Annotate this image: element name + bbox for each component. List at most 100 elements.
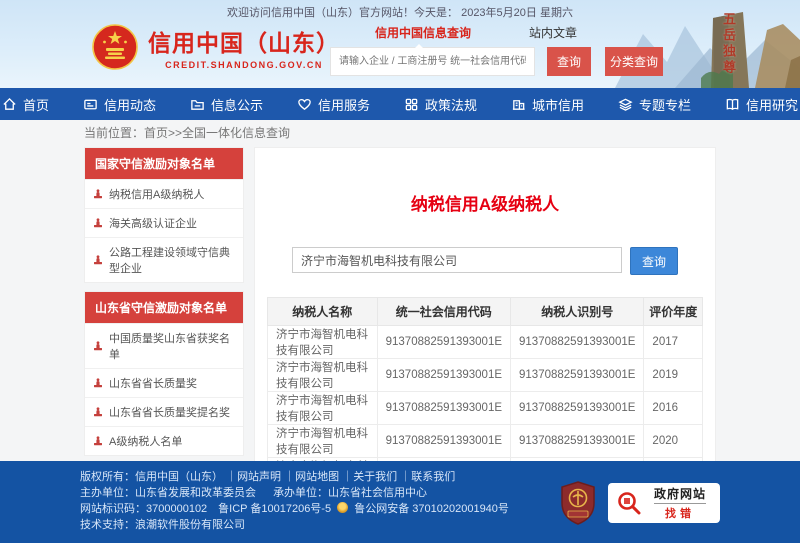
col-credit-code: 统一社会信用代码 bbox=[377, 298, 510, 326]
cell-credit-code: 91370882591393001E bbox=[377, 392, 510, 425]
company-search-input[interactable] bbox=[292, 247, 622, 273]
table-row: 济宁市海智机电科技有限公司 91370882591393001E 9137088… bbox=[268, 392, 703, 425]
public-security-badge-icon bbox=[337, 502, 348, 513]
policy-icon bbox=[404, 97, 419, 112]
seal-icon bbox=[93, 218, 103, 228]
col-taxpayer-id: 纳税人识别号 bbox=[511, 298, 644, 326]
special-column-icon bbox=[618, 97, 633, 112]
seal-icon bbox=[93, 407, 103, 417]
nav-item-credit-news[interactable]: 信用动态 bbox=[83, 95, 156, 114]
footer-link-sitemap[interactable]: 网站地图 bbox=[284, 471, 339, 483]
main-panel: 纳税信用A级纳税人 查询 纳税人名称 统一社会信用代码 纳税人识别号 评价年度 bbox=[254, 147, 716, 461]
nav-item-credit-research[interactable]: 信用研究 bbox=[725, 95, 798, 114]
company-query-button[interactable]: 查询 bbox=[630, 247, 678, 275]
badge-bottom-text: 找错 bbox=[665, 505, 695, 521]
credit-research-icon bbox=[725, 97, 740, 112]
sidebar-item-label: A级纳税人名单 bbox=[109, 433, 182, 449]
section-title: 国家守信激励对象名单 bbox=[85, 148, 243, 179]
content-area: 国家守信激励对象名单 纳税信用A级纳税人 海关高级认证企业 公路工程建设领域守信… bbox=[0, 147, 800, 461]
credit-service-icon bbox=[297, 97, 312, 112]
sidebar-item-highway-engineering[interactable]: 公路工程建设领域守信典型企业 bbox=[85, 237, 243, 282]
tab-site-articles[interactable]: 站内文章 bbox=[529, 24, 577, 41]
cell-credit-code: 91370882591393001E bbox=[377, 326, 510, 359]
sidebar-item-label: 山东省省长质量奖提名奖 bbox=[109, 404, 230, 420]
header-search-button[interactable]: 查询 bbox=[547, 47, 591, 76]
breadcrumb-prefix: 当前位置： bbox=[84, 126, 144, 140]
seal-icon bbox=[93, 255, 103, 265]
site-title: 信用中国（山东） bbox=[148, 24, 340, 58]
footer-line-organizers: 主办单位：山东省发展和改革委员会 承办单位：山东省社会信用中心 bbox=[80, 485, 560, 501]
nav-item-home[interactable]: 首页 bbox=[2, 95, 49, 114]
sidebar-item-china-quality-award[interactable]: 中国质量奖山东省获奖名单 bbox=[85, 323, 243, 368]
footer-link-contact[interactable]: 联系我们 bbox=[400, 471, 455, 483]
page-title: 纳税信用A级纳税人 bbox=[255, 190, 715, 215]
cell-taxpayer-id: 91370882591393001E bbox=[511, 425, 644, 458]
footer-link-about[interactable]: 关于我们 bbox=[342, 471, 397, 483]
sidebar-item-a-level-taxpayer-list[interactable]: A级纳税人名单 bbox=[85, 426, 243, 455]
cell-credit-code: 91370882591393001E bbox=[377, 425, 510, 458]
home-icon bbox=[2, 97, 17, 112]
col-eval-year: 评价年度 bbox=[644, 298, 703, 326]
table-row: 济宁市海智机电科技有限公司 91370882591393001E 9137088… bbox=[268, 359, 703, 392]
col-taxpayer-name: 纳税人名称 bbox=[268, 298, 378, 326]
category-search-button[interactable]: 分类查询 bbox=[605, 47, 663, 76]
copyright-text: 版权所有：信用中国（山东） bbox=[80, 471, 223, 483]
nav-item-special-column[interactable]: 专题专栏 bbox=[618, 95, 691, 114]
psb-number-text[interactable]: 鲁公网安备 37010202001940号 bbox=[354, 503, 509, 515]
cell-taxpayer-id: 91370882591393001E bbox=[511, 326, 644, 359]
sidebar-item-customs-certified[interactable]: 海关高级认证企业 bbox=[85, 208, 243, 237]
sidebar-item-governor-quality-award[interactable]: 山东省省长质量奖 bbox=[85, 368, 243, 397]
cell-taxpayer-name: 济宁市海智机电科技有限公司 bbox=[268, 392, 378, 425]
nav-item-city-credit[interactable]: 城市信用 bbox=[511, 95, 584, 114]
table-row: 济宁市海智机电科技有限公司 91370882591393001E 9137088… bbox=[268, 425, 703, 458]
nav-label: 信息公示 bbox=[211, 95, 263, 114]
city-credit-icon bbox=[511, 97, 526, 112]
gov-shield-badge[interactable] bbox=[560, 481, 596, 525]
cell-taxpayer-name: 济宁市海智机电科技有限公司 bbox=[268, 359, 378, 392]
site-logo[interactable]: 信用中国（山东） CREDIT.SHANDONG.GOV.CN bbox=[92, 24, 340, 70]
seal-icon bbox=[93, 378, 103, 388]
breadcrumb-home-link[interactable]: 首页 bbox=[144, 126, 168, 140]
sidebar-item-label: 中国质量奖山东省获奖名单 bbox=[109, 330, 235, 362]
cell-eval-year: 2016 bbox=[644, 392, 703, 425]
sidebar-item-governor-award-nomination[interactable]: 山东省省长质量奖提名奖 bbox=[85, 397, 243, 426]
section-title: 山东省守信激励对象名单 bbox=[85, 292, 243, 323]
nav-label: 信用研究 bbox=[746, 95, 798, 114]
main-nav: 首页 信用动态 信息公示 信用服务 政策法规 城市信用 专题专栏 信用研究 bbox=[0, 88, 800, 120]
national-incentive-section: 国家守信激励对象名单 纳税信用A级纳税人 海关高级认证企业 公路工程建设领域守信… bbox=[84, 147, 244, 283]
header: 五岳独尊 欢迎访问信用中国（山东）官方网站！今天是： 2023年5月20日 星期… bbox=[0, 0, 800, 88]
footer: 版权所有：信用中国（山东） 网站声明 网站地图 关于我们 联系我们 主办单位：山… bbox=[0, 461, 800, 543]
site-domain: CREDIT.SHANDONG.GOV.CN bbox=[148, 60, 340, 70]
seal-icon bbox=[93, 436, 103, 446]
magnifier-icon bbox=[616, 490, 642, 516]
sidebar-item-tax-a-taxpayer[interactable]: 纳税信用A级纳税人 bbox=[85, 179, 243, 208]
co-organizer-text: 承办单位：山东省社会信用中心 bbox=[273, 487, 427, 499]
nav-item-credit-service[interactable]: 信用服务 bbox=[297, 95, 370, 114]
taxpayer-table: 纳税人名称 统一社会信用代码 纳税人识别号 评价年度 济宁市海智机电科技有限公司… bbox=[267, 297, 703, 461]
cell-taxpayer-name: 济宁市海智机电科技有限公司 bbox=[268, 425, 378, 458]
cell-eval-year: 2020 bbox=[644, 425, 703, 458]
nav-label: 信用服务 bbox=[318, 95, 370, 114]
cell-taxpayer-name: 济宁市海智机电科技有限公司 bbox=[268, 326, 378, 359]
nav-item-policy[interactable]: 政策法规 bbox=[404, 95, 477, 114]
tab-credit-info-search[interactable]: 信用中国信息查询 bbox=[375, 24, 471, 41]
site-id-icp-text: 网站标识码：3700000102 鲁ICP 备10017206号-5 bbox=[80, 503, 331, 515]
sidebar-item-label: 山东省省长质量奖 bbox=[109, 375, 197, 391]
header-search-input[interactable] bbox=[330, 47, 535, 76]
national-emblem-icon bbox=[92, 24, 138, 70]
footer-line-icp: 网站标识码：3700000102 鲁ICP 备10017206号-5 鲁公网安备… bbox=[80, 501, 560, 517]
nav-label: 城市信用 bbox=[532, 95, 584, 114]
nav-label: 信用动态 bbox=[104, 95, 156, 114]
footer-line-copyright: 版权所有：信用中国（山东） 网站声明 网站地图 关于我们 联系我们 bbox=[80, 469, 560, 485]
nav-item-info-publicity[interactable]: 信息公示 bbox=[190, 95, 263, 114]
info-publicity-icon bbox=[190, 97, 205, 112]
cell-credit-code: 91370882591393001E bbox=[377, 359, 510, 392]
tech-support-text: 技术支持：浪潮软件股份有限公司 bbox=[80, 519, 245, 531]
gov-site-error-badge[interactable]: 政府网站 找错 bbox=[608, 483, 720, 523]
footer-link-statement[interactable]: 网站声明 bbox=[226, 471, 281, 483]
cell-eval-year: 2017 bbox=[644, 326, 703, 359]
organizer-text: 主办单位：山东省发展和改革委员会 bbox=[80, 487, 256, 499]
province-incentive-section: 山东省守信激励对象名单 中国质量奖山东省获奖名单 山东省省长质量奖 山东省省长质… bbox=[84, 291, 244, 456]
sidebar: 国家守信激励对象名单 纳税信用A级纳税人 海关高级认证企业 公路工程建设领域守信… bbox=[84, 147, 244, 461]
seal-icon bbox=[93, 189, 103, 199]
